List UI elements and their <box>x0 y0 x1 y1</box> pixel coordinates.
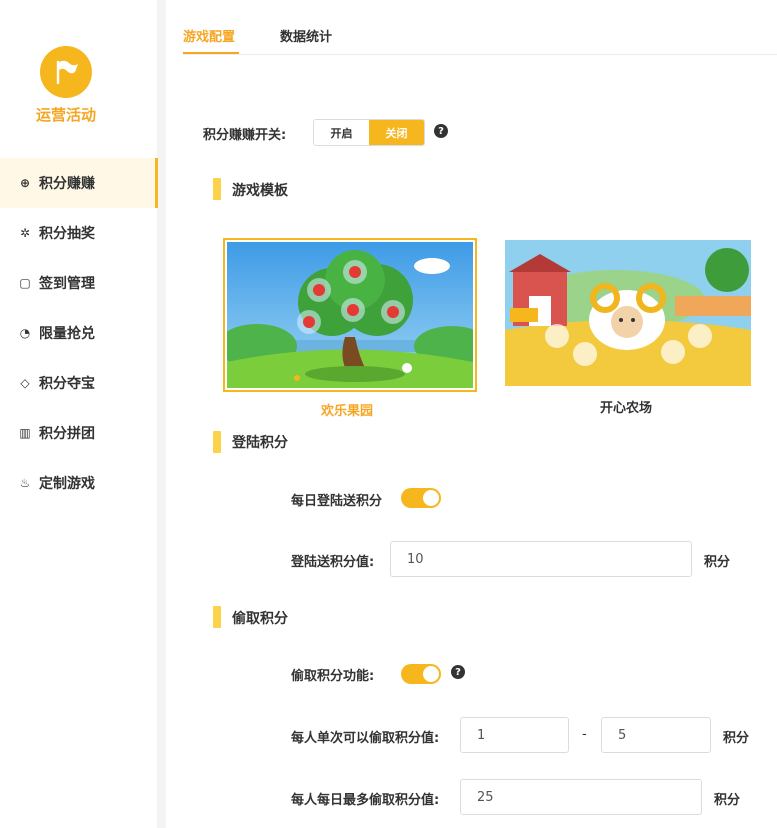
tab-game-config[interactable]: 游戏配置 <box>183 26 235 45</box>
steal-points-feature-label: 偷取积分功能: <box>291 669 375 684</box>
per-steal-max-input[interactable] <box>601 717 711 753</box>
toggle-knob <box>423 666 439 682</box>
daily-login-points-toggle[interactable] <box>401 488 441 508</box>
section-title-steal-points: 偷取积分 <box>232 611 288 627</box>
steal-points-feature-toggle[interactable] <box>401 664 441 684</box>
game-card-caption: 开心农场 <box>600 401 653 416</box>
sidebar-nav: ⊕ 积分赚赚 ✲ 积分抽奖 ▢ 签到管理 ◔ 限量抢兑 ◇ 积分夺宝 ▥ 积分拼… <box>0 158 158 508</box>
calendar-icon: ▢ <box>19 276 31 290</box>
diamond-icon: ◇ <box>20 376 30 390</box>
logo: 运营活动 <box>0 46 132 125</box>
points-earn-switch-label: 积分赚赚开关: <box>203 128 287 143</box>
range-separator: - <box>582 727 587 742</box>
gutter <box>158 0 166 828</box>
sidebar-item-points-lottery[interactable]: ✲ 积分抽奖 <box>0 208 158 258</box>
sidebar-item-flash-redeem[interactable]: ◔ 限量抢兑 <box>0 308 158 358</box>
flame-icon: ♨ <box>19 476 31 490</box>
farm-image <box>505 240 751 386</box>
switch-on-button[interactable]: 开启 <box>314 120 369 145</box>
basketball-icon: ⊕ <box>19 176 31 190</box>
sidebar-item-label: 签到管理 <box>39 276 95 292</box>
daily-max-steal-input[interactable] <box>460 779 702 815</box>
points-unit-label: 积分 <box>714 793 741 808</box>
section-bar <box>213 606 221 628</box>
sidebar-item-checkin[interactable]: ▢ 签到管理 <box>0 258 158 308</box>
sidebar-item-label: 积分夺宝 <box>39 376 95 392</box>
wheel-icon: ✲ <box>19 226 31 240</box>
sidebar-item-label: 积分抽奖 <box>39 226 95 242</box>
tab-data-stats[interactable]: 数据统计 <box>280 26 332 45</box>
building-icon: ▥ <box>19 426 31 440</box>
section-bar <box>213 178 221 200</box>
points-unit-label: 积分 <box>704 555 731 570</box>
game-card-orchard[interactable]: 欢乐果园 <box>223 238 477 419</box>
sidebar-item-label: 限量抢兑 <box>39 326 95 342</box>
sidebar-item-points-earn[interactable]: ⊕ 积分赚赚 <box>0 158 158 208</box>
timer-icon: ◔ <box>19 326 31 340</box>
tab-active-indicator <box>183 52 239 54</box>
toggle-knob <box>423 490 439 506</box>
switch-off-button[interactable]: 关闭 <box>369 120 424 145</box>
tab-bar: 游戏配置 数据统计 <box>183 0 777 55</box>
login-points-value-label: 登陆送积分值: <box>291 555 375 570</box>
orchard-image <box>223 238 477 392</box>
section-title-login-points: 登陆积分 <box>232 435 288 451</box>
daily-login-points-label: 每日登陆送积分 <box>291 494 383 509</box>
sidebar-item-custom-game[interactable]: ♨ 定制游戏 <box>0 458 158 508</box>
flag-icon <box>40 46 92 98</box>
login-points-value-input[interactable] <box>390 541 692 577</box>
section-title-game-template: 游戏模板 <box>232 183 288 199</box>
points-earn-switch: 开启 关闭 <box>313 119 425 146</box>
game-card-farm[interactable]: 开心农场 <box>505 240 751 416</box>
sidebar-item-group-buy[interactable]: ▥ 积分拼团 <box>0 408 158 458</box>
help-icon[interactable]: ? <box>434 124 448 138</box>
sidebar-item-label: 积分拼团 <box>39 426 95 442</box>
section-bar <box>213 431 221 453</box>
help-icon[interactable]: ? <box>451 665 465 679</box>
sidebar: 运营活动 ⊕ 积分赚赚 ✲ 积分抽奖 ▢ 签到管理 ◔ 限量抢兑 ◇ 积分夺宝 … <box>0 0 158 828</box>
points-unit-label: 积分 <box>723 731 750 746</box>
per-steal-points-label: 每人单次可以偷取积分值: <box>291 731 440 746</box>
sidebar-item-label: 定制游戏 <box>39 476 95 492</box>
sidebar-item-treasure[interactable]: ◇ 积分夺宝 <box>0 358 158 408</box>
sidebar-item-label: 积分赚赚 <box>39 176 95 192</box>
per-steal-min-input[interactable] <box>460 717 569 753</box>
logo-text: 运营活动 <box>35 106 96 124</box>
daily-max-steal-label: 每人每日最多偷取积分值: <box>291 793 440 808</box>
game-card-caption: 欢乐果园 <box>321 404 374 419</box>
